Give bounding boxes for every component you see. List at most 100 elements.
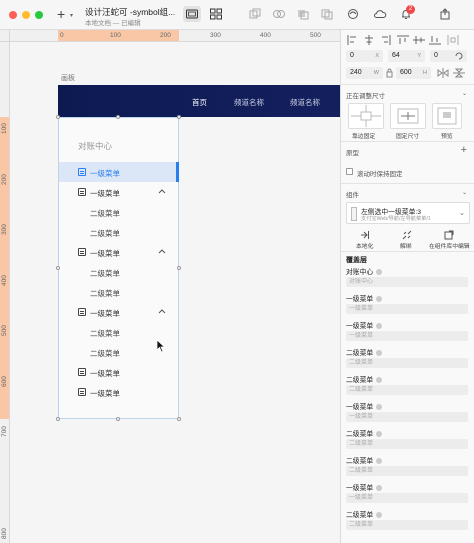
lock-ratio-icon[interactable] bbox=[384, 68, 396, 78]
align-left-icon[interactable] bbox=[347, 35, 359, 45]
align-right-icon[interactable] bbox=[379, 35, 391, 45]
menu-item-label: 二级菜单 bbox=[90, 269, 120, 278]
detach-icon[interactable] bbox=[402, 230, 412, 240]
override-input[interactable]: 对账中心 bbox=[346, 277, 468, 287]
override-input[interactable]: 二级菜单 bbox=[346, 358, 468, 368]
flip-vertical-icon[interactable] bbox=[453, 68, 465, 78]
resize-handle[interactable] bbox=[177, 115, 181, 119]
rotate-icon[interactable] bbox=[453, 51, 465, 61]
design-canvas[interactable]: 画板 首页 频道名称 频道名称 对账中心 一级菜单 一级菜单 二级菜单 二级菜单… bbox=[10, 42, 340, 543]
y-position-field[interactable]: 64 Y bbox=[388, 50, 425, 62]
resize-handle[interactable] bbox=[56, 266, 60, 270]
vertical-ruler[interactable]: 100 200 300 400 500 600 700 800 bbox=[0, 42, 10, 543]
component-selector[interactable]: 左侧选中一级菜单:3 支付宝Web/导航/左导航菜单/1 ⌄ bbox=[346, 202, 470, 224]
chevron-down-icon[interactable]: ⌄ bbox=[459, 209, 465, 217]
reset-override-icon[interactable] bbox=[376, 512, 383, 519]
top-navigation-bar[interactable]: 首页 频道名称 频道名称 bbox=[58, 85, 340, 117]
insert-plus-icon[interactable]: + bbox=[57, 7, 65, 21]
menu-item-level1[interactable]: 一级菜单 bbox=[59, 242, 178, 262]
resize-handle[interactable] bbox=[177, 266, 181, 270]
reset-override-icon[interactable] bbox=[376, 431, 383, 438]
zoom-window-button[interactable] bbox=[35, 11, 43, 19]
align-middle-icon[interactable] bbox=[413, 35, 425, 45]
canvas-view-icon[interactable] bbox=[185, 8, 199, 20]
horizontal-ruler[interactable]: 0 100 200 300 400 500 bbox=[10, 30, 340, 42]
pin-to-edge-control[interactable] bbox=[348, 103, 384, 129]
reset-override-icon[interactable] bbox=[376, 323, 383, 330]
align-top-icon[interactable] bbox=[397, 35, 409, 45]
reset-override-icon[interactable] bbox=[376, 377, 383, 384]
chevron-down-icon[interactable]: ⌄ bbox=[462, 90, 467, 97]
cloud-icon[interactable] bbox=[373, 8, 387, 20]
reset-override-icon[interactable] bbox=[376, 296, 383, 303]
menu-item-level1[interactable]: 一级菜单 bbox=[59, 362, 178, 382]
menu-item-level1[interactable]: 一级菜单 bbox=[59, 302, 178, 322]
menu-item-level2[interactable]: 二级菜单 bbox=[59, 282, 178, 302]
override-input[interactable]: 一级菜单 bbox=[346, 331, 468, 341]
override-label: 一级菜单 bbox=[346, 401, 383, 411]
close-window-button[interactable] bbox=[9, 11, 17, 19]
reset-override-icon[interactable] bbox=[376, 485, 383, 492]
edit-in-library-button[interactable]: 在组件库中编辑 bbox=[429, 241, 470, 250]
chevron-down-icon[interactable]: ▾ bbox=[70, 12, 73, 19]
override-input[interactable]: 二级菜单 bbox=[346, 466, 468, 476]
divider bbox=[341, 183, 474, 184]
resize-handle[interactable] bbox=[56, 115, 60, 119]
chevron-up-icon[interactable] bbox=[158, 308, 166, 314]
share-icon[interactable] bbox=[438, 8, 452, 20]
width-field[interactable]: 240 W bbox=[346, 67, 383, 79]
artboard-label[interactable]: 画板 bbox=[61, 73, 75, 83]
components-view-icon[interactable] bbox=[209, 8, 223, 20]
align-center-icon[interactable] bbox=[363, 35, 375, 45]
localize-button[interactable]: 本地化 bbox=[356, 241, 373, 250]
height-field[interactable]: 600 H bbox=[396, 67, 431, 79]
menu-item-level1-selected[interactable]: 一级菜单 bbox=[59, 162, 179, 182]
align-bottom-icon[interactable] bbox=[429, 35, 441, 45]
fix-on-scroll-checkbox[interactable] bbox=[346, 168, 353, 175]
ruler-tick: 700 bbox=[1, 426, 8, 437]
chevron-up-icon[interactable] bbox=[158, 248, 166, 254]
nav-item-channel[interactable]: 频道名称 bbox=[234, 97, 264, 108]
chevron-up-icon[interactable] bbox=[158, 188, 166, 194]
subtract-icon[interactable] bbox=[296, 8, 310, 20]
override-input[interactable]: 二级菜单 bbox=[346, 385, 468, 395]
override-input[interactable]: 二级菜单 bbox=[346, 520, 468, 530]
fix-size-control[interactable] bbox=[390, 103, 426, 129]
detach-button[interactable]: 解绑 bbox=[400, 241, 412, 250]
resize-handle[interactable] bbox=[56, 417, 60, 421]
create-symbol-icon[interactable] bbox=[248, 8, 262, 20]
menu-item-level2[interactable]: 二级菜单 bbox=[59, 262, 178, 282]
x-position-field[interactable]: 0X bbox=[346, 50, 383, 62]
nav-item-channel[interactable]: 频道名称 bbox=[290, 97, 320, 108]
resize-handle[interactable] bbox=[116, 115, 120, 119]
chevron-down-icon[interactable]: ⌄ bbox=[462, 189, 467, 196]
prototype-icon[interactable] bbox=[346, 8, 360, 20]
minimize-window-button[interactable] bbox=[22, 11, 30, 19]
reset-override-icon[interactable] bbox=[376, 350, 383, 357]
override-input[interactable]: 一级菜单 bbox=[346, 304, 468, 314]
edit-in-library-icon[interactable] bbox=[444, 230, 454, 240]
override-input[interactable]: 一级菜单 bbox=[346, 493, 468, 503]
resize-handle[interactable] bbox=[116, 417, 120, 421]
reset-override-icon[interactable] bbox=[376, 458, 383, 465]
ruler-tick: 100 bbox=[110, 32, 121, 39]
list-icon bbox=[78, 188, 86, 196]
component-section-title: 组件 bbox=[346, 192, 359, 199]
localize-icon[interactable] bbox=[360, 230, 370, 240]
reset-override-icon[interactable] bbox=[376, 404, 383, 411]
override-input[interactable]: 一级菜单 bbox=[346, 412, 468, 422]
left-nav-menu-symbol[interactable]: 对账中心 一级菜单 一级菜单 二级菜单 二级菜单 一级菜单 二级菜单 二级菜单 bbox=[58, 117, 179, 419]
nav-item-home[interactable]: 首页 bbox=[192, 97, 207, 108]
reset-override-icon[interactable] bbox=[376, 269, 383, 276]
menu-item-level2[interactable]: 二级菜单 bbox=[59, 222, 178, 242]
menu-item-level1[interactable]: 一级菜单 bbox=[59, 182, 178, 202]
resize-handle[interactable] bbox=[177, 417, 181, 421]
menu-item-level1[interactable]: 一级菜单 bbox=[59, 382, 178, 402]
add-prototype-icon[interactable]: + bbox=[461, 144, 467, 156]
intersect-icon[interactable] bbox=[320, 8, 334, 20]
union-icon[interactable] bbox=[272, 8, 286, 20]
menu-item-level2[interactable]: 二级菜单 bbox=[59, 202, 178, 222]
distribute-icon[interactable] bbox=[447, 35, 459, 45]
flip-horizontal-icon[interactable] bbox=[437, 68, 449, 78]
override-input[interactable]: 二级菜单 bbox=[346, 439, 468, 449]
